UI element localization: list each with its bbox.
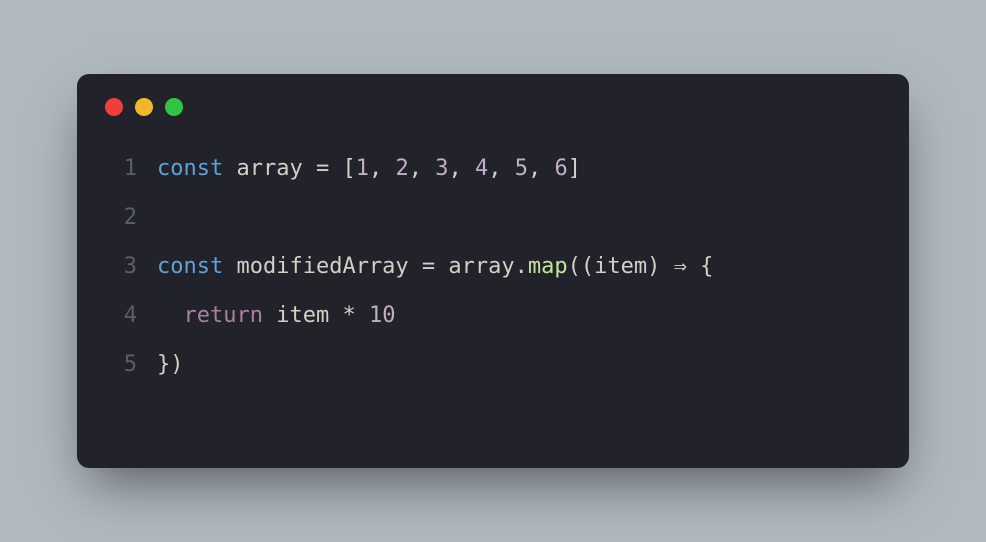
minimize-icon[interactable]	[135, 98, 153, 116]
bracket-close: ]	[568, 156, 581, 181]
brace-close: }	[157, 352, 170, 377]
paren-open: (	[581, 254, 594, 279]
number-literal: 1	[356, 156, 369, 181]
number-literal: 5	[515, 156, 528, 181]
code-content: return item * 10	[157, 291, 395, 340]
comma: ,	[528, 156, 555, 181]
code-line: 1 const array = [1, 2, 3, 4, 5, 6]	[105, 144, 881, 193]
code-line: 3 const modifiedArray = array.map((item)…	[105, 242, 881, 291]
code-line: 4 return item * 10	[105, 291, 881, 340]
number-literal: 4	[475, 156, 488, 181]
brace-open: {	[700, 254, 713, 279]
code-content: const modifiedArray = array.map((item) ⇒…	[157, 242, 713, 291]
arrow-function: ⇒	[660, 254, 700, 279]
paren-open: (	[568, 254, 581, 279]
keyword-return: return	[184, 303, 263, 328]
variable-item: item	[276, 303, 329, 328]
comma: ,	[488, 156, 515, 181]
code-content: })	[157, 340, 184, 389]
keyword-const: const	[157, 254, 223, 279]
operator-equals: =	[409, 254, 449, 279]
line-number: 1	[105, 144, 137, 193]
code-area: 1 const array = [1, 2, 3, 4, 5, 6] 2 3 c…	[77, 144, 909, 389]
dot: .	[515, 254, 528, 279]
code-content: const array = [1, 2, 3, 4, 5, 6]	[157, 144, 581, 193]
variable-modifiedarray: modifiedArray	[236, 254, 408, 279]
indent	[157, 303, 184, 328]
number-literal: 2	[395, 156, 408, 181]
comma: ,	[448, 156, 475, 181]
window-controls	[77, 98, 909, 116]
variable-array: array	[448, 254, 514, 279]
keyword-const: const	[157, 156, 223, 181]
number-literal: 6	[554, 156, 567, 181]
maximize-icon[interactable]	[165, 98, 183, 116]
space	[263, 303, 276, 328]
close-icon[interactable]	[105, 98, 123, 116]
number-literal: 10	[369, 303, 396, 328]
paren-close: )	[170, 352, 183, 377]
method-map: map	[528, 254, 568, 279]
line-number: 3	[105, 242, 137, 291]
operator-multiply: *	[329, 303, 369, 328]
param-item: item	[594, 254, 647, 279]
paren-close: )	[647, 254, 660, 279]
line-number: 2	[105, 193, 137, 242]
line-number: 5	[105, 340, 137, 389]
comma: ,	[369, 156, 396, 181]
line-number: 4	[105, 291, 137, 340]
variable-array: array	[236, 156, 302, 181]
code-line: 2	[105, 193, 881, 242]
operator-equals: =	[303, 156, 343, 181]
code-editor-window: 1 const array = [1, 2, 3, 4, 5, 6] 2 3 c…	[77, 74, 909, 468]
bracket-open: [	[342, 156, 355, 181]
number-literal: 3	[435, 156, 448, 181]
code-line: 5 })	[105, 340, 881, 389]
comma: ,	[409, 156, 436, 181]
